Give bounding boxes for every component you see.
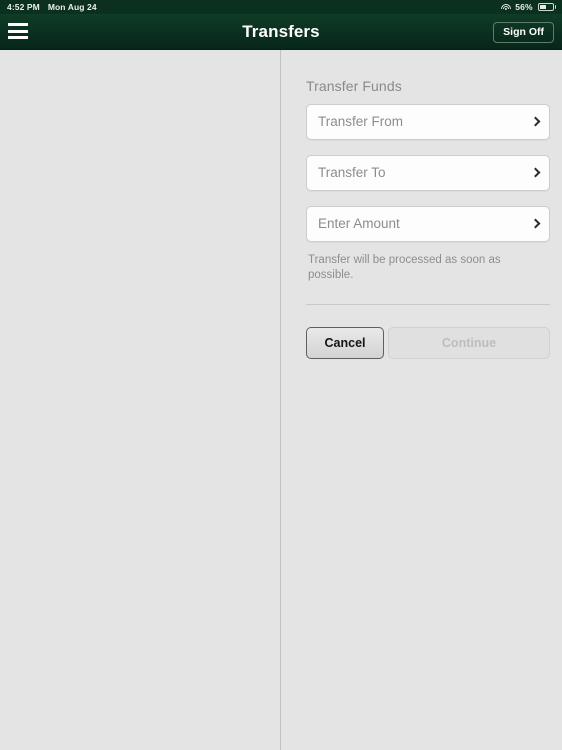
transfer-from-field[interactable]: Transfer From: [306, 104, 550, 140]
transfer-to-label: Transfer To: [318, 165, 386, 180]
status-date: Mon Aug 24: [47, 2, 97, 12]
wifi-icon: [501, 3, 512, 11]
helper-text: Transfer will be processed as soon as po…: [308, 254, 501, 281]
left-pane: [0, 50, 281, 750]
app-root: 4:52 PM Mon Aug 24 56% Transfers Sign Of…: [0, 0, 562, 750]
cancel-button[interactable]: Cancel: [306, 327, 384, 359]
transfer-to-field[interactable]: Transfer To: [306, 155, 550, 191]
status-time: 4:52 PM: [7, 2, 40, 12]
status-bar-left: 4:52 PM Mon Aug 24: [7, 2, 97, 12]
transfer-from-label: Transfer From: [318, 114, 404, 129]
chevron-right-icon: [530, 116, 541, 127]
status-bar: 4:52 PM Mon Aug 24 56%: [0, 0, 562, 14]
content-area: Transfer Funds Transfer From Transfer To…: [0, 50, 562, 750]
battery-icon: [537, 3, 556, 11]
section-title: Transfer Funds: [306, 78, 402, 94]
continue-button[interactable]: Continue: [388, 327, 550, 359]
battery-percent-label: 56%: [515, 2, 533, 12]
transfer-funds-pane: Transfer Funds Transfer From Transfer To…: [282, 50, 562, 750]
enter-amount-field[interactable]: Enter Amount: [306, 206, 550, 242]
chevron-right-icon: [530, 218, 541, 229]
page-title: Transfers: [242, 22, 320, 41]
form-separator: [306, 304, 550, 305]
sign-off-button[interactable]: Sign Off: [493, 22, 554, 43]
navigation-bar: Transfers Sign Off: [0, 14, 562, 50]
status-bar-right: 56%: [501, 2, 556, 12]
chevron-right-icon: [530, 167, 541, 178]
enter-amount-label: Enter Amount: [318, 216, 400, 231]
